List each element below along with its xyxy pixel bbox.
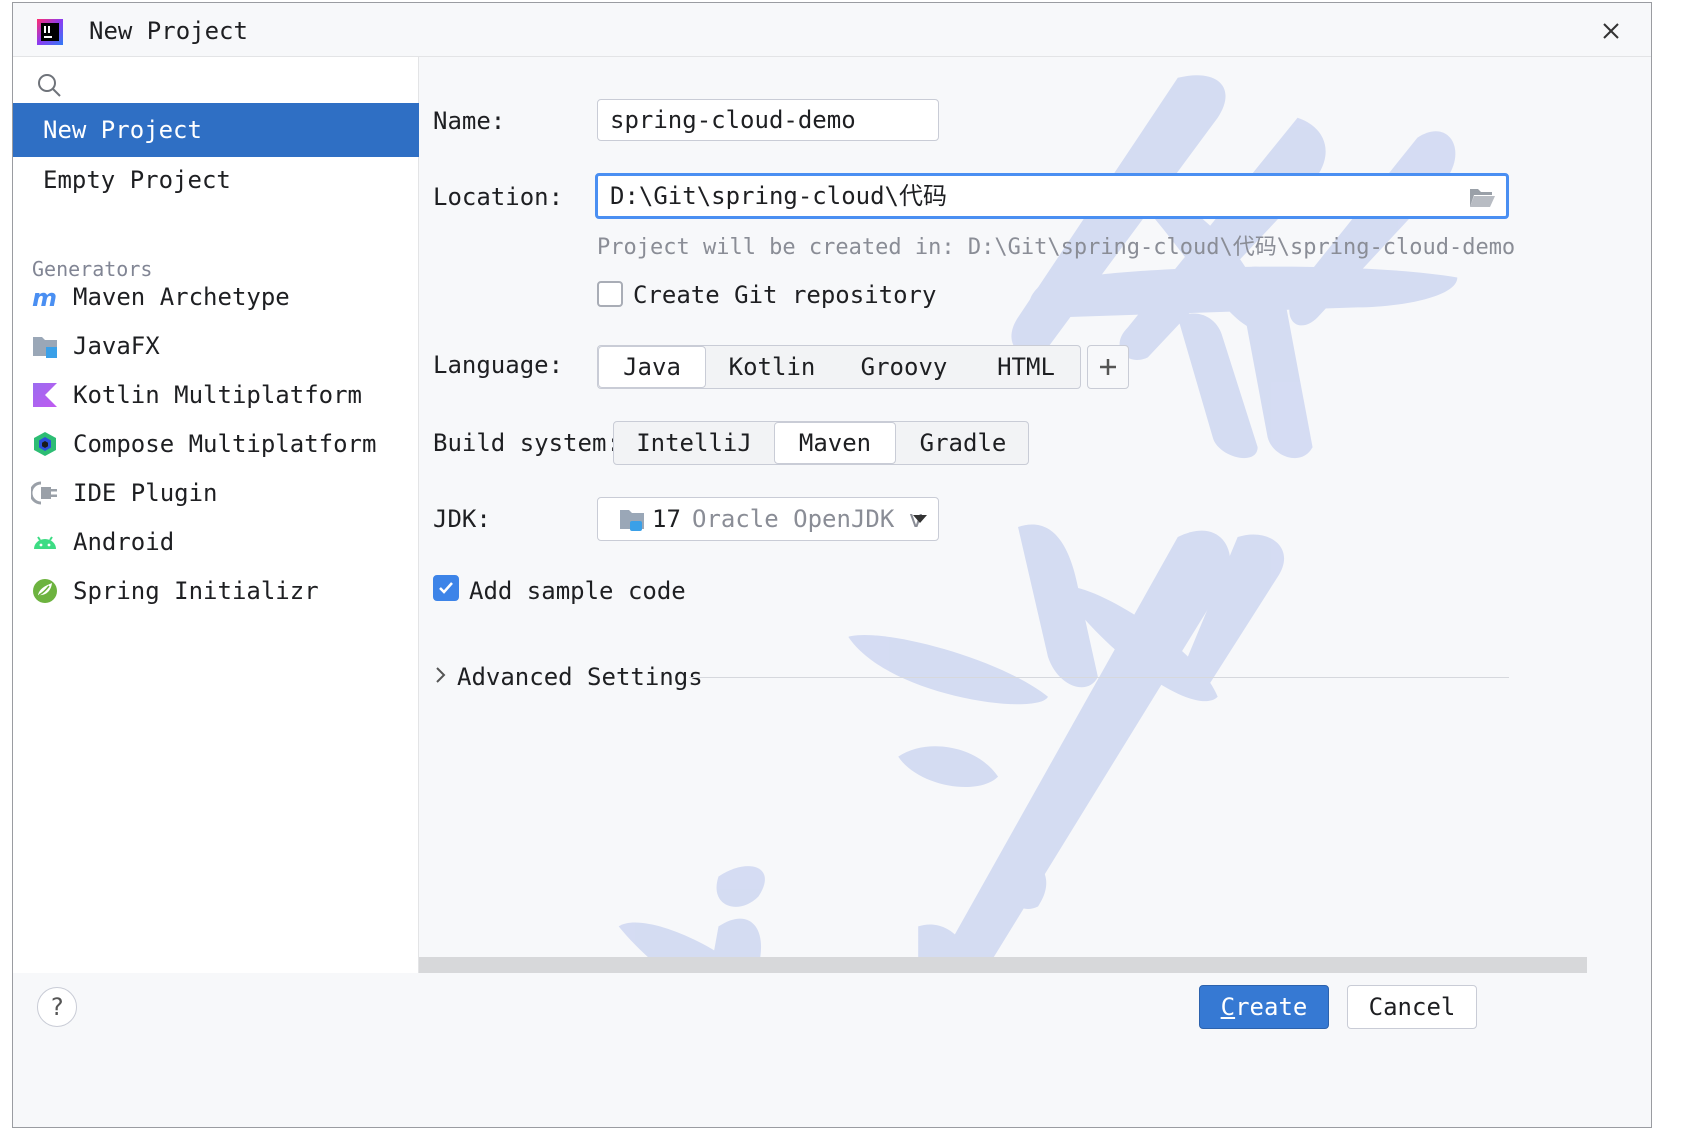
plus-icon	[1100, 359, 1116, 375]
name-input[interactable]: spring-cloud-demo	[597, 99, 939, 141]
title-bar: New Project	[13, 3, 1651, 57]
checkmark-icon	[439, 582, 453, 594]
plugin-icon	[31, 481, 57, 505]
build-system-label: Build system:	[433, 429, 621, 457]
generator-javafx[interactable]: JavaFX	[13, 321, 419, 371]
intellij-logo-icon	[37, 19, 63, 45]
language-option-html[interactable]: HTML	[970, 346, 1082, 388]
project-settings-form: Name: spring-cloud-demo Location: D:\Git…	[419, 57, 1651, 1067]
svg-text:m: m	[32, 284, 57, 311]
dialog-footer: ? Create Cancel	[13, 973, 1651, 1127]
nav-item-empty-project[interactable]: Empty Project	[13, 153, 419, 207]
jdk-version: 17	[652, 505, 681, 533]
close-icon[interactable]	[1597, 17, 1625, 45]
help-button[interactable]: ?	[37, 987, 77, 1027]
cancel-button[interactable]: Cancel	[1347, 985, 1477, 1029]
build-system-selector: IntelliJ Maven Gradle	[613, 421, 1029, 465]
generator-label: Spring Initializr	[73, 577, 319, 605]
advanced-settings-toggle[interactable]: Advanced Settings	[457, 663, 703, 691]
add-language-button[interactable]	[1087, 345, 1129, 389]
search-icon[interactable]	[35, 71, 63, 99]
location-input[interactable]: D:\Git\spring-cloud\代码	[595, 173, 1509, 219]
build-option-maven[interactable]: Maven	[774, 422, 896, 464]
generator-kotlin-multiplatform[interactable]: Kotlin Multiplatform	[13, 370, 419, 420]
git-repo-label: Create Git repository	[633, 281, 937, 309]
create-label: reate	[1235, 993, 1308, 1021]
javafx-icon	[33, 337, 57, 358]
kotlin-icon	[33, 383, 57, 407]
advanced-settings-divider	[689, 677, 1509, 678]
generator-label: JavaFX	[73, 332, 160, 360]
create-mnemonic: C	[1220, 993, 1236, 1021]
name-label: Name:	[433, 107, 506, 135]
generator-label: IDE Plugin	[73, 479, 218, 507]
build-option-intellij[interactable]: IntelliJ	[614, 422, 774, 464]
jdk-label: JDK:	[433, 505, 491, 533]
build-option-gradle[interactable]: Gradle	[896, 422, 1030, 464]
location-label: Location:	[433, 183, 564, 211]
generator-android[interactable]: Android	[13, 517, 419, 567]
new-project-dialog: New Project New Project Empty Project Ge…	[12, 2, 1652, 1128]
generator-label: Android	[73, 528, 175, 556]
generator-maven-archetype[interactable]: m Maven Archetype	[13, 272, 419, 322]
project-type-sidebar: New Project Empty Project Generators m M…	[13, 57, 419, 1067]
nav-item-new-project[interactable]: New Project	[13, 103, 419, 157]
create-button[interactable]: Create	[1199, 985, 1329, 1029]
language-selector: Java Kotlin Groovy HTML	[597, 345, 1081, 389]
generator-label: Kotlin Multiplatform	[73, 381, 362, 409]
sample-code-label: Add sample code	[469, 577, 686, 605]
generator-compose-multiplatform[interactable]: Compose Multiplatform	[13, 419, 419, 469]
folder-open-icon[interactable]	[1468, 185, 1496, 209]
android-icon	[34, 536, 56, 549]
window-title: New Project	[89, 17, 248, 45]
generator-label: Maven Archetype	[73, 283, 290, 311]
location-hint: Project will be created in: D:\Git\sprin…	[597, 235, 1516, 260]
generator-spring-initializr[interactable]: Spring Initializr	[13, 566, 419, 616]
location-value: D:\Git\spring-cloud\代码	[610, 182, 947, 210]
language-option-kotlin[interactable]: Kotlin	[706, 346, 838, 388]
jdk-dropdown[interactable]: 17 Oracle OpenJDK v	[597, 497, 939, 541]
generator-label: Compose Multiplatform	[73, 430, 377, 458]
language-option-groovy[interactable]: Groovy	[838, 346, 970, 388]
horizontal-scrollbar[interactable]	[419, 957, 1587, 973]
language-label: Language:	[433, 351, 564, 379]
generator-ide-plugin[interactable]: IDE Plugin	[13, 468, 419, 518]
language-option-java[interactable]: Java	[598, 346, 706, 388]
git-repo-checkbox[interactable]	[597, 281, 623, 307]
sample-code-checkbox[interactable]	[433, 575, 459, 601]
chevron-down-icon	[913, 515, 927, 523]
spring-icon	[33, 579, 57, 603]
chevron-right-icon[interactable]	[433, 665, 449, 685]
maven-icon: m	[32, 284, 57, 311]
jdk-folder-icon	[620, 510, 644, 531]
jdk-name: Oracle OpenJDK v	[692, 505, 924, 533]
compose-icon	[34, 432, 56, 456]
